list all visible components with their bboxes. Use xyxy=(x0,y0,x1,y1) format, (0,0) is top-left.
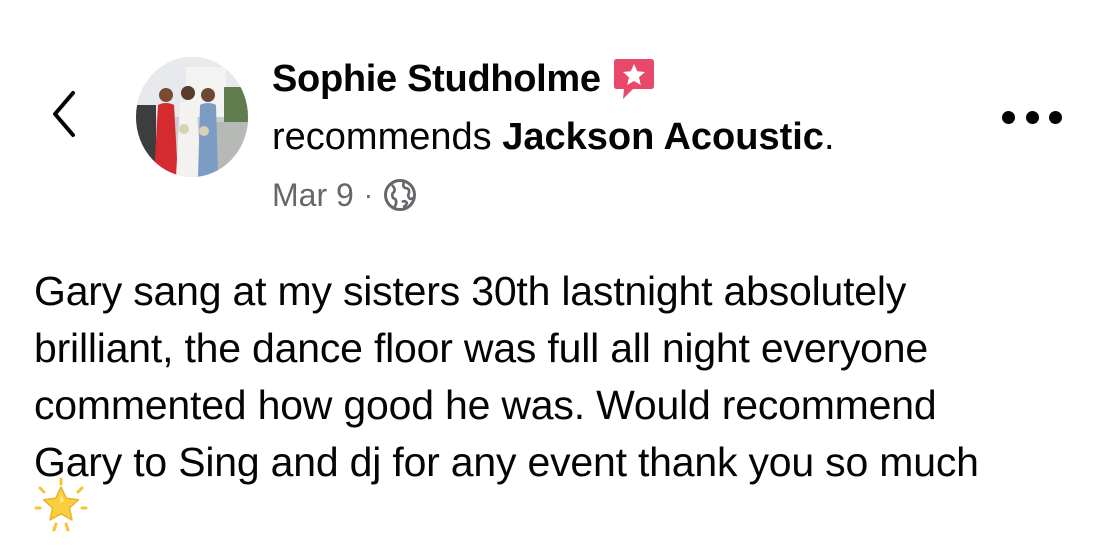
post-body: Gary sang at my sisters 30th lastnight a… xyxy=(34,263,1074,491)
post-text-line: brilliant, the dance floor was full all … xyxy=(34,325,928,371)
meta-separator: · xyxy=(363,179,374,210)
action-prefix: recommends xyxy=(272,116,503,158)
action-suffix: . xyxy=(823,116,835,158)
star-badge-icon xyxy=(613,59,654,99)
more-options-button[interactable] xyxy=(1002,102,1062,132)
post-text-line: Gary to Sing and dj for any event thank … xyxy=(34,439,979,485)
recommend-line: recommends Jackson Acoustic. xyxy=(272,116,835,159)
avatar[interactable] xyxy=(136,57,248,177)
more-options-dot xyxy=(1002,110,1015,124)
author-name[interactable]: Sophie Studholme xyxy=(272,58,601,101)
more-options-dot xyxy=(1049,110,1062,124)
globe-icon xyxy=(384,179,417,211)
post-date[interactable]: Mar 9 xyxy=(272,177,354,214)
post-text-line: Gary sang at my sisters 30th lastnight a… xyxy=(34,268,907,314)
profile-photo xyxy=(136,57,248,177)
author-line: Sophie Studholme xyxy=(272,54,655,104)
back-button[interactable] xyxy=(44,84,84,144)
glowing-star-emoji xyxy=(34,478,88,532)
page-name-link[interactable]: Jackson Acoustic xyxy=(502,116,824,158)
post-meta: Mar 9 · xyxy=(272,173,417,217)
chevron-left-icon xyxy=(53,91,75,137)
more-options-dot xyxy=(1025,110,1039,124)
post-text-line: commented how good he was. Would recomme… xyxy=(34,382,937,428)
